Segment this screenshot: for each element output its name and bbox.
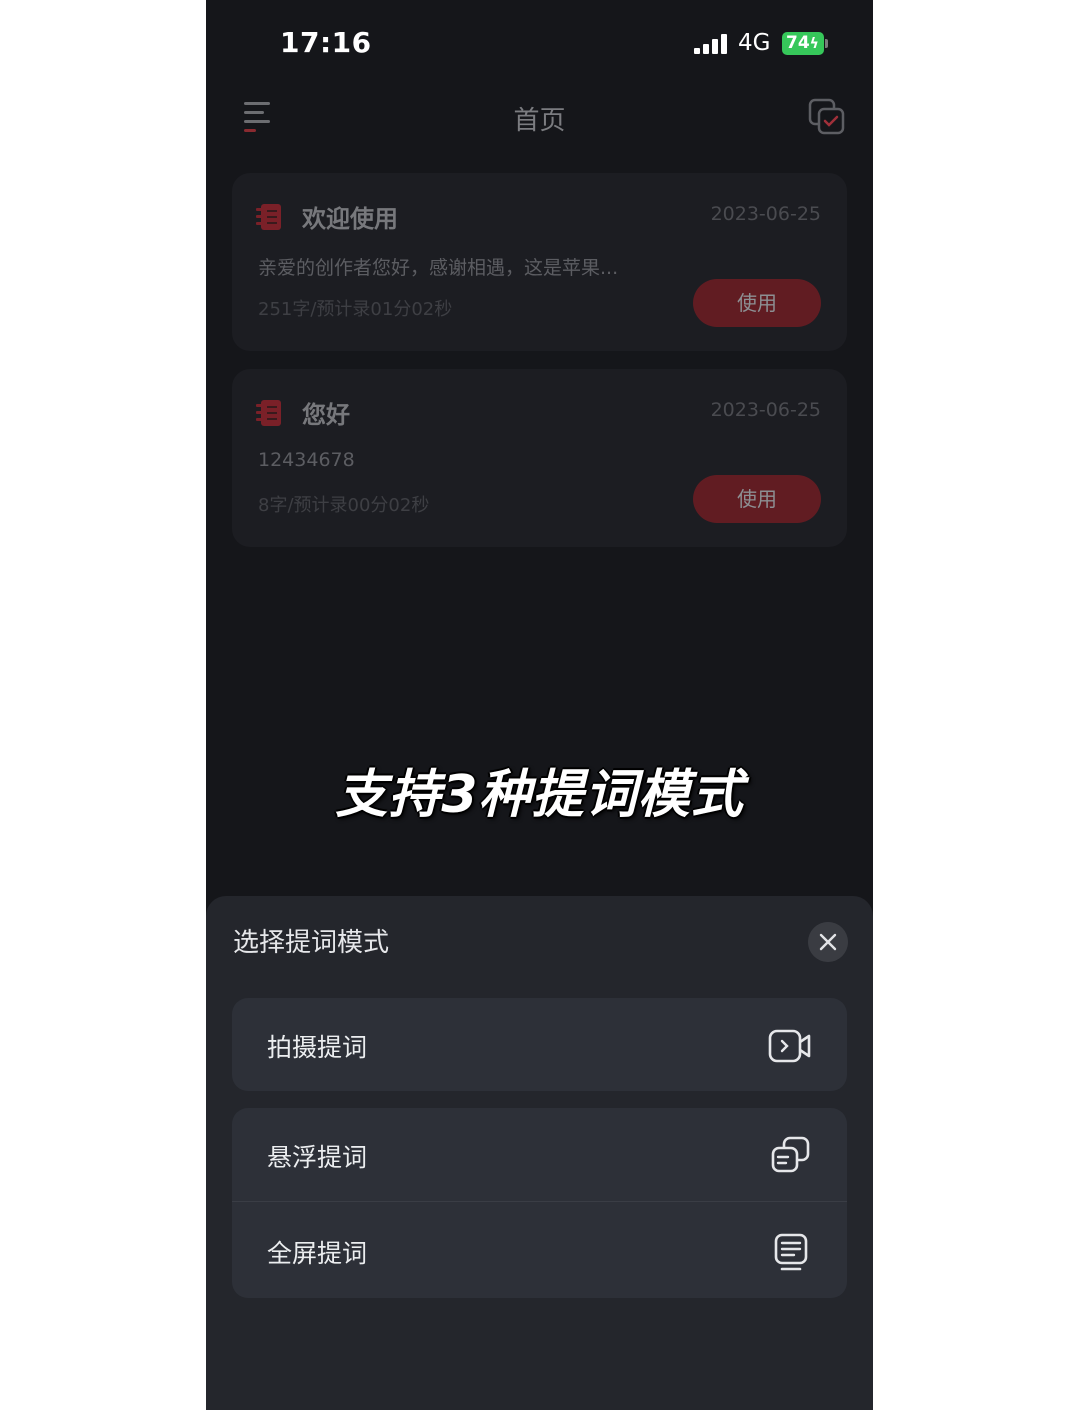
option-label: 拍摄提词 — [267, 1033, 368, 1062]
script-date: 2023-06-25 — [710, 399, 821, 421]
copy-check-icon[interactable] — [808, 98, 846, 136]
script-preview: 亲爱的创作者您好，感谢相遇，这是苹果... — [258, 257, 619, 279]
page-title: 首页 — [513, 106, 566, 136]
option-floating-prompt[interactable]: 悬浮提词 — [232, 1108, 847, 1202]
battery-level: 74 — [786, 33, 810, 53]
script-title: 欢迎使用 — [302, 205, 398, 233]
option-camera-prompt[interactable]: 拍摄提词 — [232, 998, 847, 1091]
close-icon[interactable] — [808, 922, 848, 962]
option-label: 悬浮提词 — [267, 1143, 368, 1172]
status-time: 17:16 — [280, 26, 372, 59]
option-fullscreen-prompt[interactable]: 全屏提词 — [232, 1202, 847, 1298]
use-button[interactable]: 使用 — [693, 475, 821, 523]
use-button[interactable]: 使用 — [693, 279, 821, 327]
mode-picker-sheet: 选择提词模式 拍摄提词 悬浮提词 全屏提词 — [206, 896, 873, 1410]
signal-icon — [694, 34, 730, 54]
video-camera-icon — [768, 1029, 811, 1063]
document-list-icon — [256, 400, 281, 426]
promo-caption: 支持3种提词模式 — [335, 765, 744, 825]
script-title: 您好 — [302, 401, 350, 429]
script-meta: 251字/预计录01分02秒 — [258, 299, 453, 320]
document-list-icon — [256, 204, 281, 230]
script-card[interactable]: 您好 2023-06-25 12434678 8字/预计录00分02秒 使用 — [232, 369, 847, 547]
battery-icon: 74ϟ — [782, 32, 828, 55]
network-type: 4G — [738, 30, 771, 56]
floating-window-icon — [771, 1136, 810, 1173]
sheet-title: 选择提词模式 — [233, 928, 390, 958]
fullscreen-text-icon — [774, 1233, 808, 1271]
script-meta: 8字/预计录00分02秒 — [258, 495, 430, 516]
script-preview: 12434678 — [258, 449, 355, 471]
script-date: 2023-06-25 — [710, 203, 821, 225]
option-label: 全屏提词 — [267, 1239, 368, 1268]
script-card[interactable]: 欢迎使用 2023-06-25 亲爱的创作者您好，感谢相遇，这是苹果... 25… — [232, 173, 847, 351]
phone-screen: 17:16 4G 74ϟ 首页 欢迎使用 2023-06-25 亲爱的创作者您好… — [206, 0, 873, 1410]
